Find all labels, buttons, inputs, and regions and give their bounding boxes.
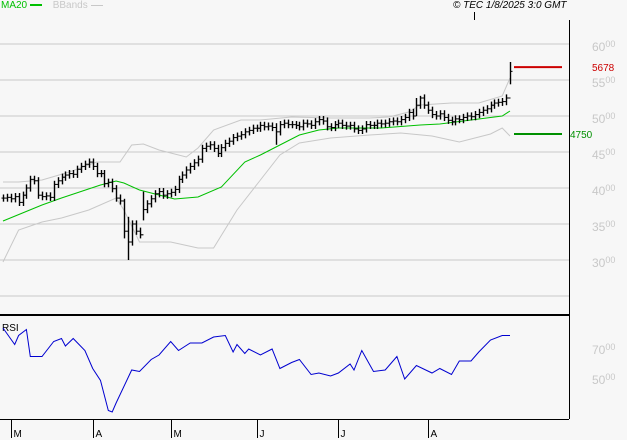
y-tick-major: 55 bbox=[592, 76, 606, 90]
y-tick-label-4500: 4500 bbox=[592, 147, 615, 162]
y-tick-label-6000: 6000 bbox=[592, 39, 615, 54]
y-tick-major: 50 bbox=[592, 112, 606, 126]
y-tick-minor: 00 bbox=[605, 147, 615, 157]
y-tick-label-5500: 5500 bbox=[592, 75, 615, 90]
y-tick-label-5000: 5000 bbox=[592, 111, 615, 126]
y-tick-major: 60 bbox=[592, 40, 606, 54]
x-tick-label-J: J bbox=[341, 429, 346, 440]
y-tick-minor: 00 bbox=[605, 255, 615, 265]
resistance-level-label: 5678 bbox=[592, 63, 615, 74]
rsi-tick-label-70: 7000 bbox=[592, 342, 615, 357]
y-tick-minor: 00 bbox=[605, 183, 615, 193]
y-tick-minor: 00 bbox=[605, 111, 615, 121]
price-chart: 600055005000450040003500300056784750RSI7… bbox=[0, 12, 615, 440]
rsi-tick-major: 70 bbox=[592, 343, 606, 357]
x-tick-label-A: A bbox=[96, 429, 103, 440]
y-tick-label-3500: 3500 bbox=[592, 219, 615, 234]
y-tick-label-3000: 3000 bbox=[592, 255, 615, 270]
y-tick-minor: 00 bbox=[605, 75, 615, 85]
support-level-label: 4750 bbox=[570, 130, 593, 141]
x-tick-label-A: A bbox=[431, 429, 438, 440]
y-tick-major: 35 bbox=[592, 220, 606, 234]
y-tick-major: 30 bbox=[592, 256, 606, 270]
upper-bollinger-band bbox=[3, 77, 511, 183]
rsi-tick-minor: 00 bbox=[605, 372, 615, 382]
rsi-tick-major: 50 bbox=[592, 373, 606, 387]
ma20-line bbox=[2, 110, 511, 222]
lower-bollinger-band bbox=[2, 127, 511, 263]
y-tick-major: 45 bbox=[592, 148, 606, 162]
rsi-tick-label-50: 5000 bbox=[592, 372, 615, 387]
rsi-title: RSI bbox=[2, 323, 19, 334]
y-tick-minor: 00 bbox=[605, 39, 615, 49]
y-tick-minor: 00 bbox=[605, 219, 615, 229]
rsi-line bbox=[2, 327, 510, 413]
x-tick-label-M: M bbox=[14, 429, 22, 440]
x-tick-label-J: J bbox=[260, 429, 265, 440]
y-tick-major: 40 bbox=[592, 184, 606, 198]
rsi-tick-minor: 00 bbox=[605, 342, 615, 352]
y-tick-label-4000: 4000 bbox=[592, 183, 615, 198]
x-tick-label-M: M bbox=[174, 429, 182, 440]
